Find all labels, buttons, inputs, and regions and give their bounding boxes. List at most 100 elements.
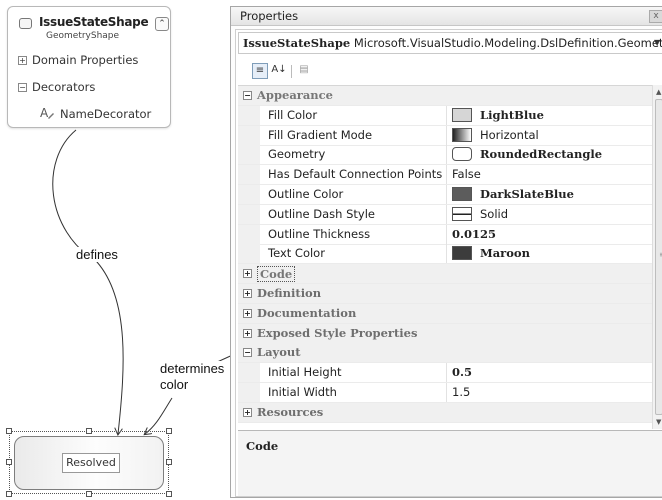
scroll-thumb[interactable]: ≡ bbox=[655, 99, 662, 415]
close-icon[interactable]: x bbox=[649, 10, 662, 23]
section-label: Decorators bbox=[32, 80, 96, 94]
property-value[interactable]: DarkSlateBlue bbox=[452, 185, 574, 204]
property-value-text: Solid bbox=[480, 207, 509, 221]
property-value[interactable]: RoundedRectangle bbox=[452, 145, 602, 164]
property-row[interactable]: Text Color Maroon bbox=[238, 244, 652, 264]
expand-icon[interactable]: + bbox=[243, 289, 252, 298]
resize-handle[interactable] bbox=[166, 459, 172, 465]
row-gutter bbox=[238, 363, 260, 382]
category-documentation[interactable]: + Documentation bbox=[238, 304, 652, 324]
property-name: Geometry bbox=[268, 147, 326, 161]
property-pages-button[interactable]: ▤ bbox=[296, 63, 312, 79]
property-value-text: Maroon bbox=[480, 246, 530, 260]
property-row[interactable]: Fill Color LightBlue bbox=[238, 106, 652, 126]
domain-properties-section[interactable]: + Domain Properties bbox=[18, 53, 138, 67]
category-resources[interactable]: + Resources bbox=[238, 403, 652, 423]
resize-handle[interactable] bbox=[6, 459, 12, 465]
scroll-down-icon[interactable]: ▼ bbox=[656, 418, 661, 426]
dash-style-icon bbox=[452, 207, 472, 221]
rounded-rectangle-icon bbox=[452, 147, 472, 161]
row-gutter bbox=[238, 205, 260, 224]
property-value-text: 0.5 bbox=[452, 365, 473, 379]
resize-handle[interactable] bbox=[166, 428, 172, 434]
property-row[interactable]: Outline Thickness 0.0125 bbox=[238, 225, 652, 245]
property-name: Outline Thickness bbox=[268, 227, 371, 241]
chevron-down-icon[interactable]: ▼ bbox=[654, 38, 660, 47]
gradient-swatch-icon bbox=[452, 128, 472, 142]
determines-annotation: determines bbox=[160, 361, 225, 376]
resize-handle[interactable] bbox=[6, 491, 12, 497]
property-name: Fill Gradient Mode bbox=[268, 128, 373, 142]
svg-text:A: A bbox=[40, 106, 49, 120]
property-name: Initial Width bbox=[268, 385, 337, 399]
alphabetical-sort-button[interactable]: A↓ bbox=[271, 63, 287, 79]
scroll-up-icon[interactable]: ▲ bbox=[656, 88, 661, 96]
property-row[interactable]: Outline Dash Style Solid bbox=[238, 205, 652, 225]
column-divider bbox=[446, 185, 447, 204]
resize-handle[interactable] bbox=[86, 428, 92, 434]
shape-title: IssueStateShape bbox=[39, 15, 149, 29]
column-divider bbox=[446, 363, 447, 382]
collapse-icon[interactable]: − bbox=[243, 348, 252, 357]
row-gutter bbox=[238, 145, 260, 164]
property-value-text: RoundedRectangle bbox=[480, 147, 603, 161]
category-exposed-style-properties[interactable]: + Exposed Style Properties bbox=[238, 324, 652, 344]
property-value-text: 1.5 bbox=[452, 385, 471, 399]
property-value-text: LightBlue bbox=[480, 108, 544, 122]
property-row[interactable]: Initial Height 0.5 bbox=[238, 363, 652, 383]
color-swatch-icon bbox=[452, 187, 472, 201]
row-gutter bbox=[238, 225, 260, 244]
properties-titlebar[interactable]: Properties x bbox=[231, 7, 662, 26]
property-row[interactable]: Initial Width 1.5 bbox=[238, 383, 652, 403]
category-layout[interactable]: − Layout bbox=[238, 343, 652, 363]
resize-handle[interactable] bbox=[166, 491, 172, 497]
text-decorator-icon: A bbox=[40, 106, 54, 120]
row-gutter bbox=[238, 106, 260, 125]
property-value[interactable]: LightBlue bbox=[452, 106, 544, 125]
column-divider bbox=[446, 383, 447, 402]
name-decorator-item[interactable]: NameDecorator bbox=[60, 107, 151, 121]
category-definition[interactable]: + Definition bbox=[238, 284, 652, 304]
property-value[interactable]: False bbox=[452, 165, 481, 184]
decorators-section[interactable]: − Decorators bbox=[18, 80, 95, 94]
object-selector-dropdown[interactable]: IssueStateShape Microsoft.VisualStudio.M… bbox=[238, 32, 662, 54]
collapse-icon[interactable]: − bbox=[243, 91, 252, 100]
column-divider bbox=[446, 126, 447, 145]
property-row[interactable]: Geometry RoundedRectangle bbox=[238, 145, 652, 165]
defines-annotation: defines bbox=[76, 247, 118, 262]
expand-icon[interactable]: + bbox=[243, 329, 252, 338]
property-row[interactable]: Fill Gradient Mode Horizontal bbox=[238, 126, 652, 146]
property-row[interactable]: Has Default Connection Points False bbox=[238, 165, 652, 185]
resize-handle[interactable] bbox=[86, 491, 92, 497]
category-code[interactable]: + Code bbox=[238, 264, 652, 284]
property-value[interactable]: Horizontal bbox=[452, 126, 539, 145]
color-swatch-icon bbox=[452, 108, 472, 122]
expand-icon[interactable]: + bbox=[243, 408, 252, 417]
expand-icon[interactable]: + bbox=[18, 56, 27, 65]
collapse-button[interactable]: ⌃ bbox=[155, 17, 169, 31]
defines-arrow bbox=[52, 129, 124, 434]
resolved-shape-label[interactable]: Resolved bbox=[62, 453, 120, 473]
category-label: Code bbox=[257, 266, 296, 282]
property-row[interactable]: Outline Color DarkSlateBlue bbox=[238, 185, 652, 205]
category-label: Exposed Style Properties bbox=[257, 326, 418, 340]
selected-object-name: IssueStateShape bbox=[243, 36, 351, 50]
properties-panel: IssueStateShape Microsoft.VisualStudio.M… bbox=[235, 29, 662, 497]
expand-icon[interactable]: + bbox=[243, 309, 252, 318]
property-value[interactable]: Maroon bbox=[452, 244, 530, 263]
property-value[interactable]: Solid bbox=[452, 205, 508, 224]
vertical-scrollbar[interactable]: ▲ ≡ ▼ bbox=[652, 85, 662, 429]
property-value[interactable]: 0.0125 bbox=[452, 225, 496, 244]
expand-icon[interactable]: + bbox=[243, 269, 252, 278]
row-gutter bbox=[238, 244, 260, 263]
category-appearance[interactable]: − Appearance bbox=[238, 86, 652, 106]
shape-compartment-card[interactable]: IssueStateShape GeometryShape ⌃ + Domain … bbox=[7, 6, 171, 128]
category-label: Documentation bbox=[257, 306, 357, 320]
collapse-icon[interactable]: − bbox=[18, 83, 27, 92]
property-value[interactable]: 0.5 bbox=[452, 363, 472, 382]
resize-handle[interactable] bbox=[6, 428, 12, 434]
property-value-text: 0.0125 bbox=[452, 227, 497, 241]
category-label: Definition bbox=[257, 286, 322, 300]
categorized-view-button[interactable]: ≡ bbox=[252, 63, 268, 79]
property-value[interactable]: 1.5 bbox=[452, 383, 470, 402]
